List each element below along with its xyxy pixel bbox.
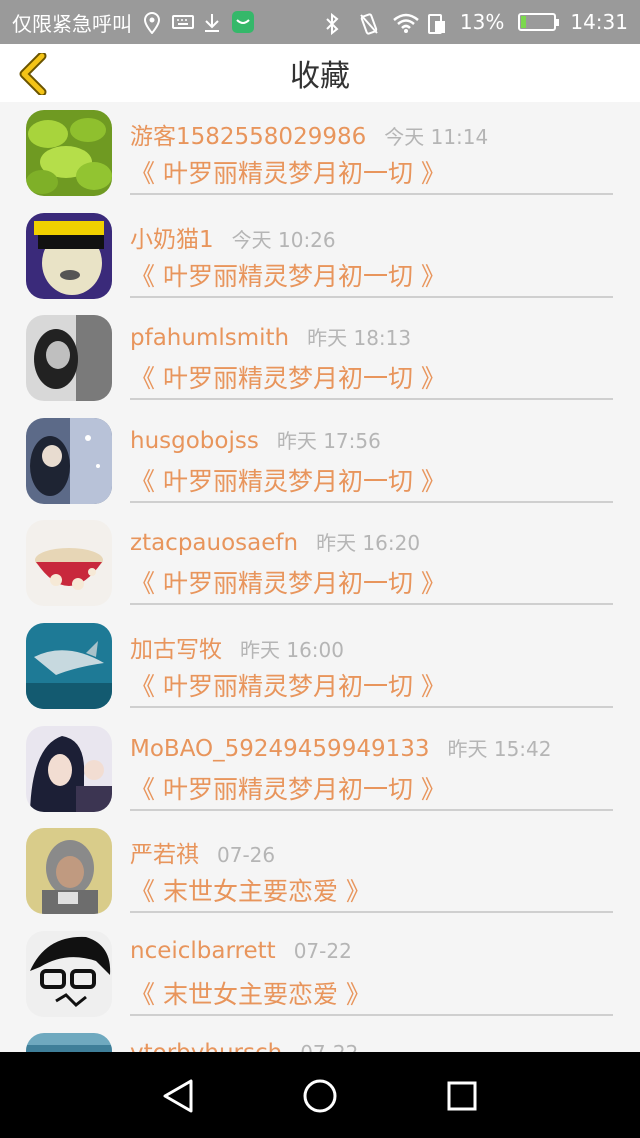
avatar[interactable] (26, 828, 112, 915)
list-item[interactable]: husgobojss 昨天 17:56 《 叶罗丽精灵梦月初一切 》 (0, 410, 640, 513)
item-body: vtorbyhursch 07-22 (130, 1025, 613, 1052)
avatar[interactable] (26, 1033, 112, 1052)
wifi-icon (392, 12, 419, 33)
vibrate-icon (358, 12, 378, 35)
nav-recents-button[interactable] (440, 1074, 484, 1118)
message-icon (232, 11, 254, 33)
item-body: nceiclbarrett 07-22 《 末世女主要恋爱 》 (130, 923, 613, 1016)
item-body: pfahumlsmith 昨天 18:13 《 叶罗丽精灵梦月初一切 》 (130, 307, 613, 401)
user-name: husgobojss (130, 427, 259, 454)
item-body: 游客1582558029986 今天 11:14 《 叶罗丽精灵梦月初一切 》 (130, 102, 613, 195)
book-title[interactable]: 《 末世女主要恋爱 》 (130, 872, 371, 908)
timestamp: 07-22 (293, 938, 352, 963)
timestamp: 昨天 16:20 (316, 531, 421, 556)
list-item[interactable]: MoBAO_59249459949133 昨天 15:42 《 叶罗丽精灵梦月初… (0, 718, 640, 821)
book-title[interactable]: 《 叶罗丽精灵梦月初一切 》 (130, 154, 446, 190)
battery-percent: 13% (459, 10, 505, 34)
timestamp: 昨天 15:42 (447, 736, 552, 761)
back-button[interactable] (14, 52, 54, 96)
status-bar: 仅限紧急呼叫 13% 14:31 (0, 0, 640, 44)
home-circle-icon (303, 1079, 337, 1113)
list-item[interactable]: vtorbyhursch 07-22 (0, 1025, 640, 1052)
book-title[interactable]: 《 叶罗丽精灵梦月初一切 》 (130, 257, 446, 293)
location-icon (142, 11, 162, 35)
sim-icon (426, 12, 446, 34)
list-item[interactable]: 小奶猫1 今天 10:26 《 叶罗丽精灵梦月初一切 》 (0, 205, 640, 308)
page-title: 收藏 (290, 59, 350, 94)
recents-square-icon (447, 1081, 477, 1111)
list-item[interactable]: 严若祺 07-26 《 末世女主要恋爱 》 (0, 820, 640, 923)
bluetooth-icon (324, 12, 344, 36)
timestamp: 07-26 (217, 843, 276, 868)
clock: 14:31 (570, 10, 628, 34)
user-name: MoBAO_59249459949133 (130, 735, 430, 762)
list-item[interactable]: ztacpauosaefn 昨天 16:20 《 叶罗丽精灵梦月初一切 》 (0, 512, 640, 615)
item-body: MoBAO_59249459949133 昨天 15:42 《 叶罗丽精灵梦月初… (130, 718, 613, 811)
list-item[interactable]: nceiclbarrett 07-22 《 末世女主要恋爱 》 (0, 923, 640, 1026)
avatar[interactable] (26, 622, 112, 709)
user-name: pfahumlsmith (130, 325, 290, 352)
nav-home-button[interactable] (298, 1074, 342, 1118)
book-title[interactable]: 《 末世女主要恋爱 》 (130, 975, 371, 1011)
book-title[interactable]: 《 叶罗丽精灵梦月初一切 》 (130, 770, 446, 806)
item-body: husgobojss 昨天 17:56 《 叶罗丽精灵梦月初一切 》 (130, 410, 613, 503)
avatar[interactable] (26, 315, 112, 402)
user-name: vtorbyhursch (130, 1040, 282, 1052)
avatar[interactable] (26, 520, 112, 607)
chevron-left-icon (19, 53, 47, 95)
avatar[interactable] (26, 417, 112, 504)
user-name: ztacpauosaefn (130, 530, 299, 557)
book-title[interactable]: 《 叶罗丽精灵梦月初一切 》 (130, 564, 446, 600)
user-name: 小奶猫1 (130, 226, 214, 253)
user-name: 游客1582558029986 (130, 124, 367, 150)
list-item[interactable]: 游客1582558029986 今天 11:14 《 叶罗丽精灵梦月初一切 》 (0, 102, 640, 205)
timestamp: 昨天 17:56 (276, 428, 381, 453)
item-body: 小奶猫1 今天 10:26 《 叶罗丽精灵梦月初一切 》 (130, 205, 613, 298)
back-triangle-icon (163, 1079, 193, 1113)
user-name: nceiclbarrett (130, 937, 276, 964)
nav-back-button[interactable] (156, 1074, 200, 1118)
battery-icon (518, 13, 560, 31)
user-name: 严若祺 (130, 842, 199, 869)
timestamp: 昨天 18:13 (307, 326, 412, 351)
item-body: 严若祺 07-26 《 末世女主要恋爱 》 (130, 820, 613, 914)
download-icon (202, 12, 222, 32)
timestamp: 07-22 (300, 1041, 358, 1052)
timestamp: 昨天 16:00 (240, 637, 344, 662)
user-name: 加古写牧 (130, 636, 222, 663)
book-title[interactable]: 《 叶罗丽精灵梦月初一切 》 (130, 359, 446, 395)
favorites-list[interactable]: 游客1582558029986 今天 11:14 《 叶罗丽精灵梦月初一切 》 … (0, 102, 640, 1052)
carrier-text: 仅限紧急呼叫 (12, 11, 132, 36)
book-title[interactable]: 《 叶罗丽精灵梦月初一切 》 (130, 667, 446, 703)
timestamp: 今天 11:14 (384, 125, 489, 149)
avatar[interactable] (26, 212, 112, 299)
app-header: 收藏 (0, 44, 640, 102)
keyboard-icon (172, 12, 194, 32)
avatar[interactable] (26, 930, 112, 1017)
list-item[interactable]: 加古写牧 昨天 16:00 《 叶罗丽精灵梦月初一切 》 (0, 615, 640, 718)
navigation-bar (0, 1052, 640, 1138)
item-body: ztacpauosaefn 昨天 16:20 《 叶罗丽精灵梦月初一切 》 (130, 512, 613, 606)
timestamp: 今天 10:26 (231, 227, 336, 252)
list-item[interactable]: pfahumlsmith 昨天 18:13 《 叶罗丽精灵梦月初一切 》 (0, 307, 640, 410)
avatar[interactable] (26, 725, 112, 812)
avatar[interactable] (26, 110, 112, 196)
item-body: 加古写牧 昨天 16:00 《 叶罗丽精灵梦月初一切 》 (130, 615, 613, 708)
book-title[interactable]: 《 叶罗丽精灵梦月初一切 》 (130, 462, 446, 498)
